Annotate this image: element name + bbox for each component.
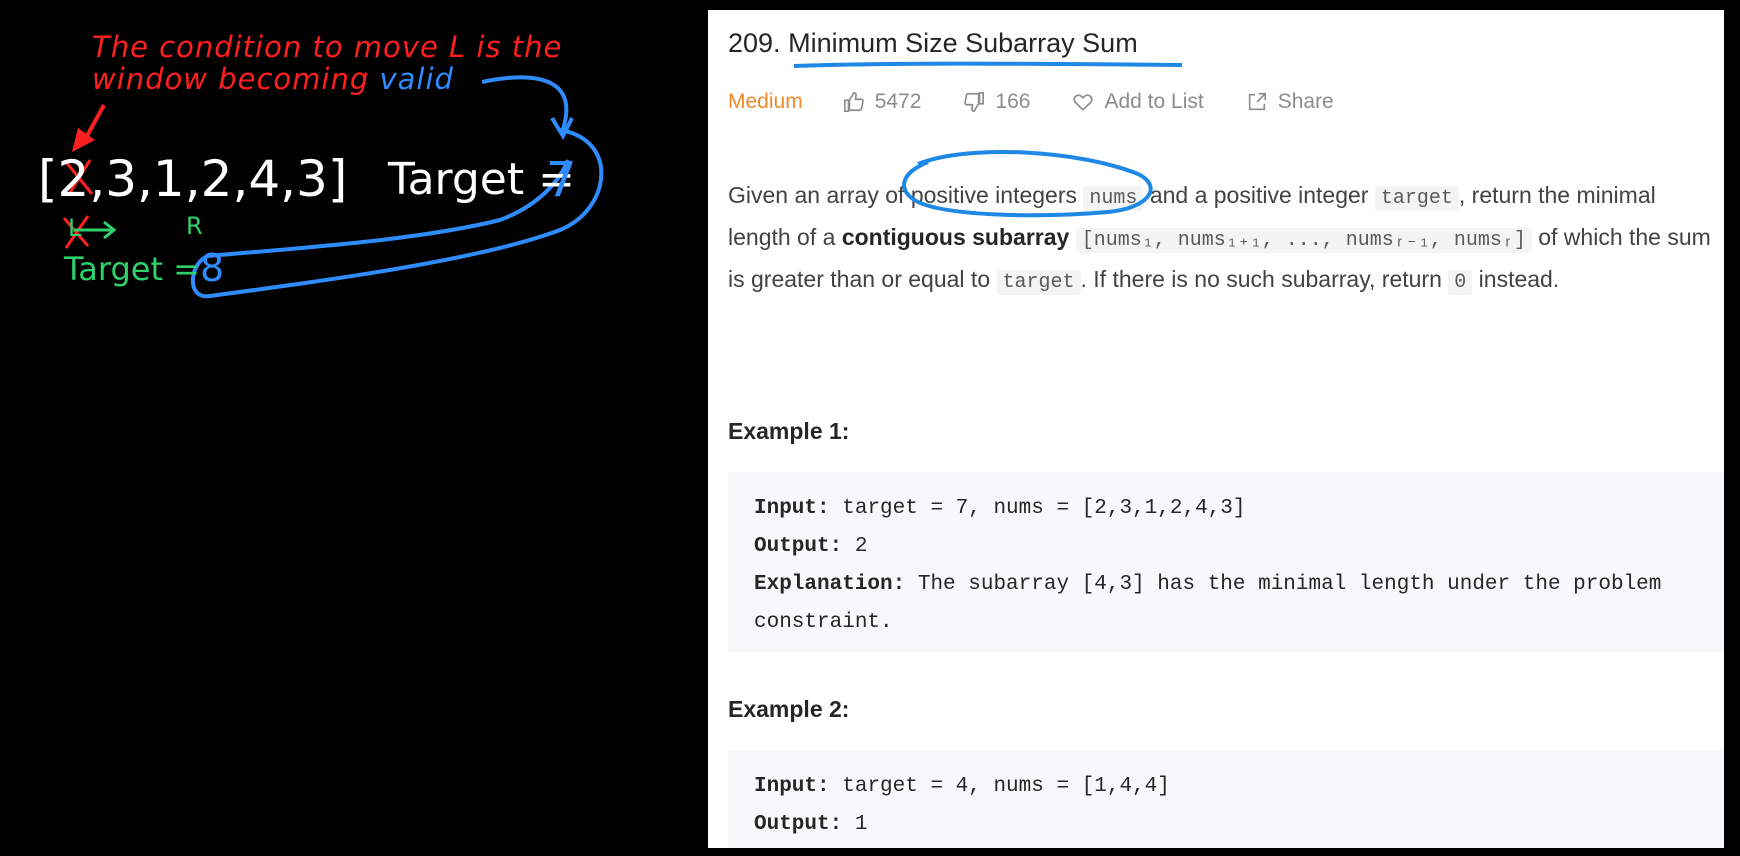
desc-text-1: Given an array of <box>728 182 905 208</box>
desc-text-2: and a positive integer <box>1149 182 1369 208</box>
example-2-output-value: 1 <box>854 813 868 836</box>
example-2-input-value: target = 4, nums = [1,4,4] <box>842 775 1170 798</box>
right-pointer-label: R <box>186 212 203 240</box>
highlight-circle <box>902 150 1153 218</box>
target-value: 7 <box>546 152 577 208</box>
add-to-list-button[interactable]: Add to List <box>1072 90 1204 114</box>
example-1-explanation: Explanation: The subarray [4,3] has the … <box>754 566 1712 642</box>
array-rest: ,3,1,2,4,3] <box>89 150 348 208</box>
example-1-input-value: target = 7, nums = [2,3,1,2,4,3] <box>842 497 1246 520</box>
title-underline <box>793 61 1183 68</box>
array-first: 2 <box>57 150 90 208</box>
problem-title: 209. Minimum Size Subarray Sum <box>728 28 1138 59</box>
problem-description: Given an array of positive integers nums… <box>728 176 1718 302</box>
problem-meta-bar: Medium 5472 166 Add to List Share <box>728 90 1376 114</box>
example-2-box: Input: target = 4, nums = [1,4,4] Output… <box>728 750 1724 848</box>
thumbs-up-icon <box>843 92 864 112</box>
array-text: [2,3,1,2,4,3] <box>38 150 347 208</box>
desc-contiguous-subarray: contiguous subarray <box>841 224 1070 250</box>
example-1-output-value: 2 <box>854 535 868 558</box>
code-target: target <box>1374 186 1459 211</box>
example-1-output: Output: 2 <box>754 528 1712 566</box>
share-label: Share <box>1277 90 1334 113</box>
example-1-explanation-key: Explanation: <box>754 573 906 596</box>
dislike-button[interactable]: 166 <box>963 90 1030 114</box>
note-window-text: window becoming <box>92 62 370 96</box>
running-sum-value: 8 <box>200 246 225 290</box>
dislike-count: 166 <box>995 90 1031 113</box>
example-1-title: Example 1: <box>728 418 850 444</box>
thumbs-down-icon <box>964 92 985 112</box>
like-button[interactable]: 5472 <box>843 90 922 114</box>
note-line-1: The condition to move L is the <box>92 30 563 64</box>
code-range: [nums₁, nums₁₊₁, ..., numsᵣ₋₁, numsᵣ] <box>1075 228 1532 253</box>
desc-text-6: instead. <box>1478 266 1560 292</box>
difficulty-badge: Medium <box>728 90 803 113</box>
example-1-box: Input: target = 7, nums = [2,3,1,2,4,3] … <box>728 472 1724 652</box>
example-1-output-key: Output: <box>754 535 843 558</box>
problem-number: 209. <box>728 28 781 58</box>
note-line-2: window becoming valid <box>92 62 454 96</box>
desc-text-5: . If there is no such subarray, return <box>1080 266 1442 292</box>
array-open: [ <box>38 150 58 208</box>
example-2-input: Input: target = 4, nums = [1,4,4] <box>754 768 1712 806</box>
add-to-list-label: Add to List <box>1104 90 1204 113</box>
like-count: 5472 <box>874 90 922 113</box>
example-2-output: Output: 1 <box>754 806 1712 844</box>
annotation-strokes <box>62 75 604 299</box>
code-zero: 0 <box>1448 270 1473 295</box>
heart-icon <box>1073 94 1094 111</box>
code-target-2: target <box>996 270 1081 295</box>
example-2-title: Example 2: <box>728 696 850 722</box>
example-1-input-key: Input: <box>754 497 830 520</box>
problem-panel: 209. Minimum Size Subarray Sum Medium 54… <box>708 10 1724 848</box>
running-sum-label: Target = <box>64 250 200 288</box>
left-pointer-label: L <box>68 214 82 242</box>
example-2-output-key: Output: <box>754 813 843 836</box>
drawing-board: The condition to move L is the window be… <box>0 0 708 856</box>
share-icon <box>1248 92 1266 111</box>
example-2-input-key: Input: <box>754 775 830 798</box>
note-valid-text: valid <box>379 62 454 96</box>
example-1-input: Input: target = 7, nums = [2,3,1,2,4,3] <box>754 490 1712 528</box>
problem-name[interactable]: Minimum Size Subarray Sum <box>788 28 1138 58</box>
share-button[interactable]: Share <box>1246 90 1334 114</box>
